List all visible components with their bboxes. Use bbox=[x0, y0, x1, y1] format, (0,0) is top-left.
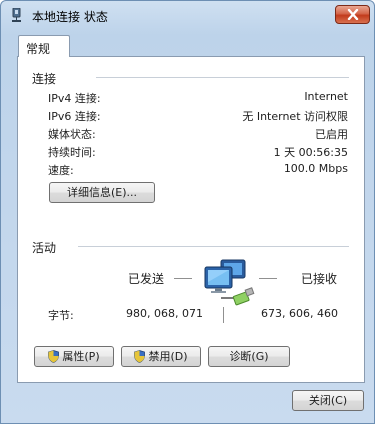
sent-line bbox=[174, 278, 192, 279]
activity-divider bbox=[78, 246, 349, 247]
bytes-separator bbox=[223, 307, 224, 323]
disable-button[interactable]: 禁用(D) bbox=[121, 346, 201, 367]
bytes-received-value: 673, 606, 460 bbox=[261, 307, 338, 320]
disable-button-label: 禁用(D) bbox=[148, 350, 188, 363]
close-icon bbox=[347, 9, 359, 20]
activity-section-title: 活动 bbox=[32, 241, 57, 255]
ipv6-value: 无 Internet 访问权限 bbox=[242, 110, 348, 123]
properties-button-label: 属性(P) bbox=[62, 350, 100, 363]
status-window: 本地连接 状态 常规 连接 IPv4 连接: Internet IPv6 连接:… bbox=[0, 0, 375, 424]
tab-general-label: 常规 bbox=[26, 42, 51, 56]
properties-button[interactable]: 属性(P) bbox=[34, 346, 114, 367]
duration-label: 持续时间: bbox=[48, 146, 96, 159]
network-computers-icon bbox=[204, 259, 255, 306]
close-window-button[interactable] bbox=[335, 5, 370, 24]
received-line bbox=[259, 278, 277, 279]
uac-shield-icon bbox=[134, 350, 146, 363]
ipv6-label: IPv6 连接: bbox=[48, 110, 101, 123]
speed-label: 速度: bbox=[48, 164, 74, 177]
received-label: 已接收 bbox=[301, 272, 338, 286]
ipv4-value: Internet bbox=[304, 90, 348, 103]
details-button[interactable]: 详细信息(E)... bbox=[49, 182, 155, 203]
ipv4-label: IPv4 连接: bbox=[48, 92, 101, 105]
sent-label: 已发送 bbox=[128, 272, 165, 286]
general-panel: 连接 IPv4 连接: Internet IPv6 连接: 无 Internet… bbox=[17, 56, 365, 383]
tab-general[interactable]: 常规 bbox=[18, 35, 70, 57]
speed-value: 100.0 Mbps bbox=[283, 162, 348, 175]
media-state-value: 已启用 bbox=[315, 128, 348, 141]
uac-shield-icon bbox=[48, 350, 60, 363]
title-bar[interactable]: 本地连接 状态 bbox=[1, 1, 374, 29]
diagnose-button[interactable]: 诊断(G) bbox=[208, 346, 290, 367]
duration-value: 1 天 00:56:35 bbox=[273, 146, 348, 159]
connection-divider bbox=[96, 77, 349, 78]
bytes-sent-value: 980, 068, 071 bbox=[126, 307, 203, 320]
window-title: 本地连接 状态 bbox=[32, 10, 108, 24]
media-state-label: 媒体状态: bbox=[48, 128, 96, 141]
bytes-label: 字节: bbox=[48, 309, 74, 322]
connection-section-title: 连接 bbox=[32, 72, 57, 86]
network-adapter-icon bbox=[12, 8, 21, 22]
close-button[interactable]: 关闭(C) bbox=[292, 390, 364, 411]
